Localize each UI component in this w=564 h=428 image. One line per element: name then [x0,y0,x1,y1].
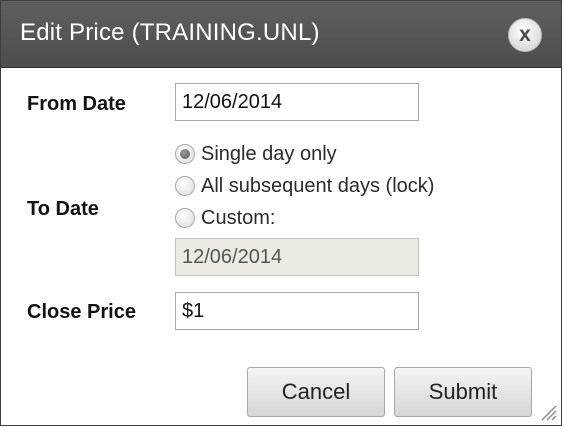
to-date-label: To Date [27,198,99,220]
edit-price-dialog: Edit Price (TRAINING.UNL) x From Date To… [0,0,562,426]
cancel-button[interactable]: Cancel [247,367,385,417]
radio-custom[interactable]: Custom: [175,206,275,230]
custom-date-input [175,238,419,276]
submit-button[interactable]: Submit [394,367,532,417]
radio-all-subsequent[interactable]: All subsequent days (lock) [175,174,434,198]
resize-grip-icon[interactable] [539,403,557,421]
radio-checked-icon[interactable] [175,144,195,164]
radio-single-day[interactable]: Single day only [175,142,337,166]
radio-unchecked-icon[interactable] [175,208,195,228]
from-date-label: From Date [27,93,126,115]
dialog-title: Edit Price (TRAINING.UNL) [20,19,320,46]
close-icon: x [519,23,531,46]
radio-single-day-label: Single day only [201,142,337,165]
dialog-titlebar[interactable]: Edit Price (TRAINING.UNL) x [1,1,561,68]
radio-unchecked-icon[interactable] [175,176,195,196]
radio-all-subsequent-label: All subsequent days (lock) [201,174,435,197]
close-price-input[interactable] [175,292,419,330]
close-button[interactable]: x [508,18,542,52]
radio-custom-label: Custom: [201,206,276,229]
close-price-label: Close Price [27,301,136,323]
from-date-input[interactable] [175,83,419,121]
